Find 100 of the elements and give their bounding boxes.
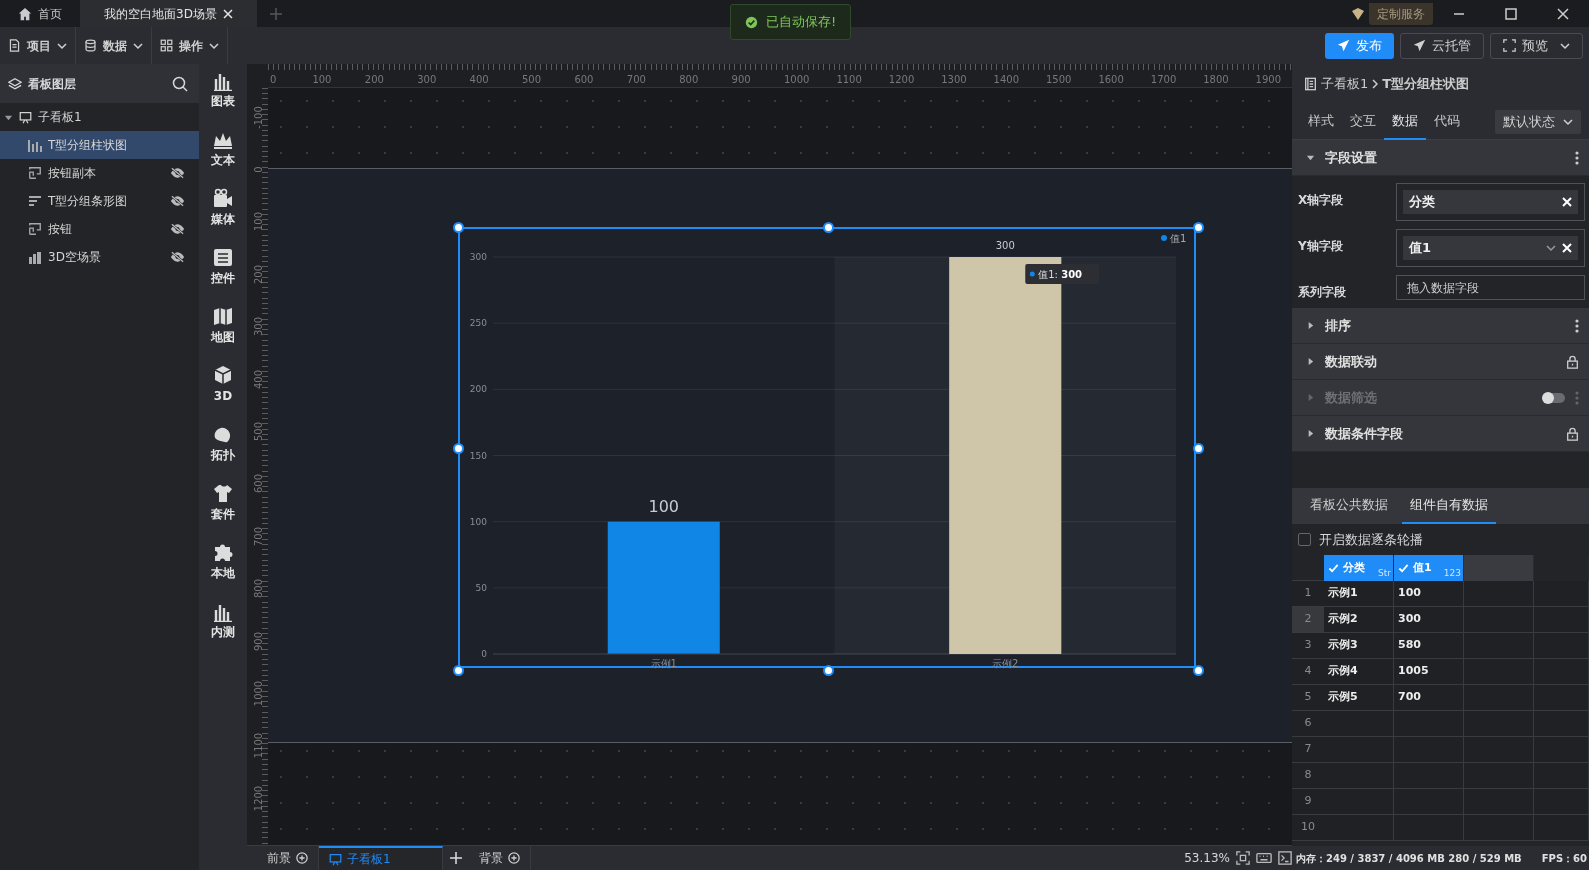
table-cell <box>1464 815 1534 841</box>
layer-item[interactable]: 按钮 <box>0 215 199 243</box>
resize-handle[interactable] <box>1192 221 1204 233</box>
resize-handle[interactable] <box>1192 443 1204 454</box>
inspector-tab[interactable]: 代码 <box>1426 103 1468 140</box>
layer-item[interactable]: T型分组条形图 <box>0 187 199 215</box>
widget-category[interactable]: 本地 <box>211 542 235 582</box>
more-icon[interactable] <box>1575 318 1579 333</box>
table-cell <box>1534 659 1589 685</box>
widget-category[interactable]: 控件 <box>211 247 235 287</box>
legend-dot <box>1161 235 1167 241</box>
button-icon <box>28 166 42 180</box>
layer-item[interactable]: 3D空场景 <box>0 243 199 271</box>
search-icon[interactable] <box>172 75 188 92</box>
resize-handle[interactable] <box>452 443 464 454</box>
custom-service-button[interactable]: 定制服务 <box>1369 2 1433 25</box>
widget-category[interactable]: 拓扑 <box>211 424 235 464</box>
eye-slash-icon[interactable] <box>170 251 185 263</box>
table-cell <box>1534 581 1589 607</box>
resize-handle[interactable] <box>1192 664 1204 676</box>
axis-label: 50 <box>475 582 487 593</box>
table-cell: 示例3 <box>1324 633 1394 659</box>
table-cell: 580 <box>1394 633 1464 659</box>
widget-category[interactable]: 3D <box>213 365 233 405</box>
section-header[interactable]: 字段设置 <box>1292 140 1589 176</box>
panel-title: 看板图层 <box>28 75 76 93</box>
widget-category[interactable]: 媒体 <box>211 188 235 228</box>
widget-category[interactable]: 套件 <box>211 483 235 523</box>
data-tab[interactable]: 看板公共数据 <box>1302 488 1396 524</box>
resize-handle[interactable] <box>822 221 834 233</box>
axis-label: 300 <box>469 252 487 262</box>
section-header[interactable]: 数据联动 <box>1292 344 1589 380</box>
ruler-label: 800 <box>251 578 265 601</box>
preview-button[interactable]: 预览 <box>1490 32 1583 59</box>
widget-category[interactable]: 文本 <box>211 129 235 169</box>
puzzle-icon <box>213 542 233 563</box>
widget-category[interactable]: 内测 <box>211 601 235 641</box>
caret-right-icon[interactable] <box>1306 321 1315 330</box>
close-icon[interactable] <box>222 8 233 19</box>
section-header[interactable]: 排序 <box>1292 308 1589 344</box>
window-tab[interactable]: 首页 <box>0 0 80 27</box>
table-cell: 300 <box>1394 607 1464 633</box>
drop-field[interactable]: 拖入数据字段 <box>1396 275 1585 300</box>
table-cell <box>1464 789 1534 815</box>
caret-right-icon[interactable] <box>1306 357 1315 366</box>
paper-plane-icon <box>1413 39 1426 52</box>
table-cell <box>1394 789 1464 815</box>
legend-label: 值1 <box>1170 233 1187 244</box>
breadcrumb-link[interactable]: 子看板1 <box>1321 74 1369 94</box>
ruler-label: 700 <box>251 525 265 548</box>
inspector-tab[interactable]: 样式 <box>1300 103 1342 140</box>
eye-slash-icon[interactable] <box>170 195 185 207</box>
eye-slash-icon[interactable] <box>170 167 185 179</box>
ruler-label: 1300 <box>941 73 967 87</box>
eye-slash-icon[interactable] <box>170 223 185 235</box>
scene-tab[interactable]: 子看板1 <box>319 845 443 870</box>
field-chip[interactable]: 分类 <box>1403 190 1578 214</box>
resize-handle[interactable] <box>452 664 464 676</box>
tooltip: 值1: 300 <box>1025 264 1100 284</box>
fit-screen-icon[interactable] <box>1236 851 1250 865</box>
layer-item[interactable]: T型分组柱状图 <box>0 131 199 159</box>
add-circle-icon[interactable] <box>508 852 520 864</box>
field-chip[interactable]: 值1 <box>1403 236 1578 260</box>
caret-right-icon[interactable] <box>1306 429 1315 438</box>
check-icon <box>1328 562 1339 574</box>
ruler-label: 200 <box>364 73 384 87</box>
table-cell: 示例5 <box>1324 685 1394 711</box>
inspector-tab[interactable]: 交互 <box>1342 103 1384 140</box>
chevron-down-icon <box>1563 116 1573 127</box>
section-header[interactable]: 数据条件字段 <box>1292 416 1589 452</box>
keyboard-icon[interactable] <box>1256 852 1272 864</box>
axis-label: 0 <box>481 649 487 659</box>
chevron-down-icon <box>209 40 219 51</box>
layer-item[interactable]: 按钮副本 <box>0 159 199 187</box>
cloud-hosting-button[interactable]: 云托管 <box>1400 32 1484 59</box>
data-tab[interactable]: 组件自有数据 <box>1402 488 1496 524</box>
ruler-label: 1200 <box>888 73 915 87</box>
checkbox[interactable] <box>1298 533 1311 546</box>
layer-item[interactable]: 子看板1 <box>0 103 199 131</box>
toast-text: 已自动保存! <box>766 13 837 32</box>
terminal-icon[interactable] <box>1278 851 1292 865</box>
more-icon[interactable] <box>1575 150 1579 165</box>
map-icon <box>213 306 233 327</box>
widget-category[interactable]: 图表 <box>211 70 235 110</box>
resize-handle[interactable] <box>452 221 464 233</box>
ruler-label: 1700 <box>1150 73 1177 87</box>
ruler-label: 100 <box>251 211 265 234</box>
table-cell <box>1534 711 1589 737</box>
ruler-label: 600 <box>574 73 594 87</box>
state-dropdown[interactable]: 默认状态 <box>1495 109 1581 134</box>
add-circle-icon[interactable] <box>296 852 308 864</box>
chevron-right-icon <box>1372 79 1379 89</box>
caret-down-icon[interactable] <box>1306 153 1315 162</box>
scene-tab[interactable]: 背景 <box>469 845 531 870</box>
table-cell <box>1464 763 1534 789</box>
ruler-label: 300 <box>251 316 265 339</box>
window-tab[interactable]: 我的空白地面3D场景 <box>80 0 257 27</box>
widget-category[interactable]: 地图 <box>211 306 235 346</box>
table-cell <box>1394 763 1464 789</box>
resize-handle[interactable] <box>822 664 834 676</box>
